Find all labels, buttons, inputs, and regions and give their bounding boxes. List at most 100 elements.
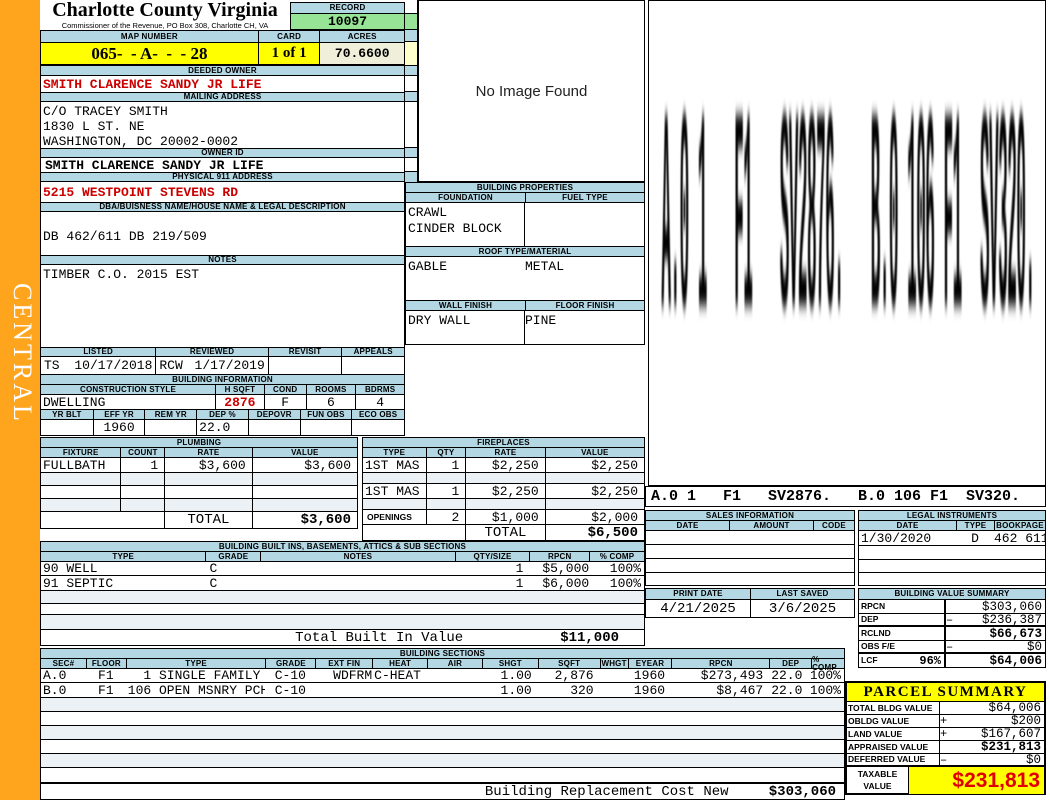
whgt-label: WHGT <box>599 658 628 668</box>
bvs-row: RPCN $303,060 <box>859 600 1045 614</box>
fireplace-openings-row: OPENINGS 2 $1,000 $2,000 <box>363 510 644 525</box>
comp: 100% <box>811 669 841 682</box>
parcel-label: APPRAISED VALUE <box>847 741 940 753</box>
bvs-label: RCLND <box>861 628 891 639</box>
listed-by: TS <box>44 358 60 373</box>
sketch-art: A.0 1 F1 SV2876. B.0 106 F1 SV320. <box>661 71 1035 395</box>
taxable-value: $231,813 <box>909 767 1044 794</box>
card-value: 1 of 1 <box>257 43 320 64</box>
legal-date: 1/30/2020 <box>861 531 932 545</box>
roof-type-value: GABLE <box>408 259 448 274</box>
foundation-value: CRAWL CINDER BLOCK <box>406 203 525 246</box>
comp-label: % COMP <box>811 655 844 671</box>
ext-fin <box>315 683 372 697</box>
bvs-op: – <box>944 641 956 652</box>
built-in-qty: 1 <box>515 576 524 590</box>
value-label: VALUE <box>251 448 357 457</box>
section-empty-row <box>41 754 844 768</box>
built-in-grade: C <box>209 562 218 575</box>
bvs-row: DEP – $236,387 <box>859 614 1045 627</box>
fireplaces-total: $6,500 <box>544 525 644 541</box>
ext-fin-label: EXT FIN <box>315 659 373 668</box>
rooms: 6 <box>305 395 356 409</box>
section-row: B.0 F1 106 OPEN MSNRY PCH C-10 1.00 320 … <box>41 683 844 698</box>
depovr <box>247 420 300 435</box>
owner-stack: DEEDED OWNER SMITH CLARENCE SANDY JR LIF… <box>40 65 405 436</box>
bvs-row: LCF 96% $64,006 <box>859 654 1045 667</box>
building-value-summary-title: BUILDING VALUE SUMMARY <box>859 589 1045 600</box>
eco-obs-label: ECO OBS <box>351 410 404 419</box>
owner-id: SMITH CLARENCE SANDY JR LIFE <box>45 158 264 172</box>
count: 1 <box>120 458 164 472</box>
mailing-line: 1830 L ST. NE <box>43 119 145 134</box>
type-label: TYPE <box>125 659 266 668</box>
air-label: AIR <box>427 659 482 668</box>
year-header-row: YR BLT EFF YR REM YR DEP % DEPOVR FUN OB… <box>41 410 404 420</box>
dep-pct: 22.0 <box>196 420 248 435</box>
dep: 22.0 <box>771 683 803 697</box>
plumbing-title: PLUMBING <box>41 438 357 448</box>
type-label: TYPE <box>41 552 206 561</box>
section-empty-row <box>41 698 844 712</box>
parcel-value: $231,813 <box>980 741 1041 753</box>
bvs-label: RPCN <box>861 601 886 612</box>
wall-floor-values: DRY WALL PINE <box>406 311 644 344</box>
sec: B.0 <box>43 683 67 697</box>
print-date: 4/21/2025 <box>660 600 736 617</box>
reviewed-date: 1/17/2019 <box>194 358 265 373</box>
county-header: Charlotte County Virginia Commissioner o… <box>40 0 405 30</box>
count-label: COUNT <box>120 448 165 457</box>
built-in-qty: 1 <box>515 562 524 575</box>
plumbing-header-row: FIXTURE COUNT RATE VALUE <box>41 448 357 458</box>
parcel-row: OBLDG VALUE + $200 <box>847 715 1044 728</box>
sales-empty-row <box>646 573 854 585</box>
parcel-label: DEFERRED VALUE <box>847 754 940 765</box>
whgt <box>600 683 628 697</box>
shgt-label: SHGT <box>481 659 538 668</box>
air <box>427 683 482 697</box>
built-in-empty-row <box>41 615 644 630</box>
fixture: FULLBATH <box>43 458 106 472</box>
bvs-op <box>944 600 956 613</box>
bvs-value: $303,060 <box>981 600 1042 613</box>
property-record-card: CENTRAL Charlotte County Virginia Commis… <box>0 0 1050 800</box>
bvs-op <box>944 627 956 640</box>
bvs-label: LCF 96% <box>859 654 944 667</box>
comp: 100% <box>811 683 841 697</box>
parcel-op <box>940 702 951 714</box>
yr-blt-label: YR BLT <box>41 410 93 419</box>
record-label: RECORD <box>291 3 404 14</box>
bvs-value: $64,006 <box>989 654 1042 667</box>
map-number-label: MAP NUMBER <box>41 31 258 42</box>
section-empty-row <box>41 768 844 782</box>
print-value-row: 4/21/2025 3/6/2025 <box>646 600 854 617</box>
wall-floor-header: WALL FINISH FLOOR FINISH <box>406 301 644 311</box>
record-number: 10097 <box>291 14 404 29</box>
sales-information-table: SALES INFORMATION DATE AMOUNT CODE <box>645 510 855 586</box>
cond: F <box>263 395 306 409</box>
bdrms: 4 <box>355 395 404 409</box>
wall-finish-label: WALL FINISH <box>406 301 525 310</box>
built-in-row: 91 SEPTIC C 1 $6,000 100% <box>41 576 644 591</box>
deeded-owner-label: DEEDED OWNER <box>41 65 404 76</box>
value-label: VALUE <box>544 448 644 457</box>
acres-value: 70.6600 <box>319 43 404 64</box>
parcel-value: $200 <box>1010 715 1041 727</box>
parcel-op: + <box>940 715 948 727</box>
plumbing-total-row: TOTAL $3,600 <box>41 512 357 528</box>
heat: C-HEAT <box>374 669 421 682</box>
construction-style-label: CONSTRUCTION STYLE <box>41 385 216 394</box>
legal-empty-row <box>859 573 1045 585</box>
parcel-op: + <box>940 728 948 740</box>
fixture-label: FIXTURE <box>41 448 121 457</box>
depovr-label: DEPOVR <box>247 410 300 419</box>
sections-header-row: SEC# FLOOR TYPE GRADE EXT FIN HEAT AIR S… <box>41 655 844 671</box>
sales-information-title: SALES INFORMATION <box>646 511 854 521</box>
fireplace-rate: $1,000 <box>465 510 544 524</box>
built-in-type: 91 SEPTIC <box>43 576 114 590</box>
dba-value: DB 462/611 DB 219/509 <box>43 229 207 244</box>
section-row: A.0 F1 1 SINGLE FAMILY C-10 WDFRM C-HEAT… <box>41 669 844 683</box>
parcel-label: LAND VALUE <box>847 728 940 740</box>
section-empty-row <box>41 712 844 726</box>
plumbing-total: $3,600 <box>251 512 357 528</box>
